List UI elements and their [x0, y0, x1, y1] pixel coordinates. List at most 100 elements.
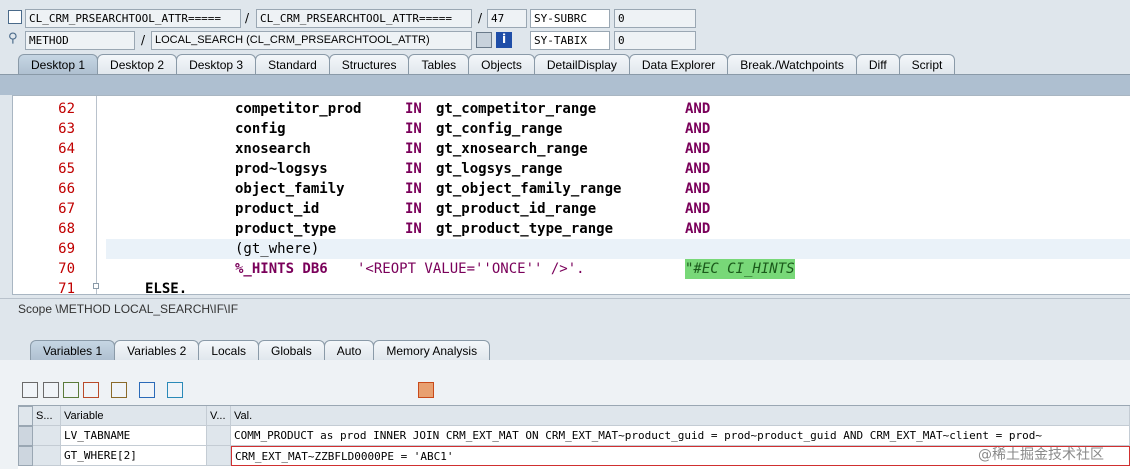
tab-11[interactable]: Script — [898, 54, 956, 75]
separator: / — [478, 11, 483, 25]
save-icon[interactable] — [418, 382, 434, 398]
code-keyword: IN — [405, 221, 422, 237]
structure-icon[interactable] — [111, 382, 127, 398]
line-number: 69 — [58, 241, 75, 257]
col-header-v[interactable]: V... — [207, 406, 231, 426]
code-keyword: IN — [405, 201, 422, 217]
desktop-tabs: Desktop 1 Desktop 2 Desktop 3 Standard Struc… — [18, 54, 956, 75]
code-keyword: AND — [685, 221, 711, 237]
row-selector[interactable] — [18, 426, 33, 446]
export-icon[interactable] — [83, 382, 99, 398]
settings-icon[interactable] — [167, 382, 183, 398]
code-field: xnosearch — [235, 141, 311, 157]
code-keyword: AND — [685, 141, 711, 157]
code-keyword: IN — [405, 181, 422, 197]
row-selector[interactable] — [18, 446, 33, 466]
variable-tabs: Variables 1 Variables 2 Locals Globals Auto M… — [30, 340, 491, 361]
grid-corner[interactable] — [18, 406, 33, 426]
tab-strip-bar — [0, 74, 1130, 95]
var-tab-0[interactable]: Variables 1 — [30, 340, 116, 361]
variable-name[interactable]: LV_TABNAME — [61, 426, 207, 446]
row-status — [33, 446, 61, 466]
line-number: 67 — [58, 201, 75, 217]
separator: / — [245, 11, 250, 25]
tab-0[interactable]: Desktop 1 — [18, 54, 99, 75]
delete-all-icon[interactable] — [43, 382, 59, 398]
source-icon[interactable] — [476, 32, 492, 48]
variable-name[interactable]: GT_WHERE[2] — [61, 446, 207, 466]
var-tab-3[interactable]: Globals — [258, 340, 325, 361]
tab-8[interactable]: Data Explorer — [628, 54, 729, 75]
line-number: 62 — [58, 101, 75, 117]
code-hints: %_HINTS DB6 — [235, 261, 328, 277]
program-field[interactable]: CL_CRM_PRSEARCHTOOL_ATTR===== — [25, 9, 241, 28]
watermark: @稀土掘金技术社区 — [978, 447, 1104, 463]
code-field: object_family — [235, 181, 345, 197]
tab-5[interactable]: Tables — [408, 54, 470, 75]
code-keyword: AND — [685, 161, 711, 177]
code-range: gt_xnosearch_range — [436, 141, 588, 157]
import-icon[interactable] — [63, 382, 79, 398]
line-number: 64 — [58, 141, 75, 157]
code-keyword: ELSE. — [145, 281, 188, 295]
code-field: product_type — [235, 221, 337, 237]
code-keyword: IN — [405, 121, 422, 137]
code-field: config — [235, 121, 286, 137]
method-icon: ⚲ — [8, 31, 18, 46]
gutter-divider — [96, 96, 97, 294]
code-range: gt_product_type_range — [436, 221, 614, 237]
code-editor[interactable]: 62 63 64 65 66 67 68 69 70 71 competitor_prod IN gt… — [12, 95, 1130, 295]
row-view — [207, 446, 231, 466]
var-tab-1[interactable]: Variables 2 — [114, 340, 200, 361]
code-field: competitor_prod — [235, 101, 362, 117]
line-number: 68 — [58, 221, 75, 237]
code-range: gt_logsys_range — [436, 161, 563, 177]
line-gutter: 62 63 64 65 66 67 68 69 70 71 — [13, 96, 79, 295]
col-header-variable[interactable]: Variable — [61, 406, 207, 426]
variables-grid: S... Variable V... Val. LV_TABNAME COMM_… — [18, 405, 1130, 469]
program-icon — [8, 10, 22, 24]
include-field[interactable]: CL_CRM_PRSEARCHTOOL_ATTR===== — [256, 9, 472, 28]
code-keyword: AND — [685, 121, 711, 137]
line-number: 70 — [58, 261, 75, 277]
row-status — [33, 426, 61, 446]
line-number: 71 — [58, 281, 75, 295]
var-tab-4[interactable]: Auto — [323, 340, 375, 361]
line-number: 66 — [58, 181, 75, 197]
tab-6[interactable]: Objects — [468, 54, 535, 75]
row-view — [207, 426, 231, 446]
tab-3[interactable]: Standard — [255, 54, 330, 75]
line-number: 65 — [58, 161, 75, 177]
tab-4[interactable]: Structures — [328, 54, 410, 75]
tab-9[interactable]: Break./Watchpoints — [727, 54, 857, 75]
sysfield-label-2[interactable]: SY-TABIX — [530, 31, 610, 50]
sysfield-value-1: 0 — [614, 9, 696, 28]
event-type-field: METHOD — [25, 31, 135, 50]
code-keyword: IN — [405, 101, 422, 117]
var-tab-5[interactable]: Memory Analysis — [373, 340, 491, 361]
info-icon[interactable]: i — [496, 32, 512, 48]
code-range: gt_competitor_range — [436, 101, 597, 117]
code-keyword: IN — [405, 161, 422, 177]
col-header-value[interactable]: Val. — [231, 406, 1130, 426]
fold-marker-icon[interactable] — [93, 283, 99, 289]
code-comment: "#EC CI_HINTS — [685, 259, 795, 279]
tab-1[interactable]: Desktop 2 — [97, 54, 178, 75]
code-string: '<REOPT VALUE=''ONCE'' />'. — [357, 261, 585, 277]
code-range: gt_product_id_range — [436, 201, 597, 217]
tab-2[interactable]: Desktop 3 — [176, 54, 257, 75]
tab-7[interactable]: DetailDisplay — [533, 54, 630, 75]
line-field[interactable]: 47 — [487, 9, 527, 28]
navigate-icon[interactable] — [139, 382, 155, 398]
code-range: gt_object_family_range — [436, 181, 622, 197]
delete-icon[interactable] — [22, 382, 38, 398]
col-header-s[interactable]: S... — [33, 406, 61, 426]
code-field: product_id — [235, 201, 320, 217]
code-field: prod~logsys — [235, 161, 328, 177]
code-text: (gt_where) — [235, 241, 320, 257]
event-field: LOCAL_SEARCH (CL_CRM_PRSEARCHTOOL_ATTR) — [151, 31, 472, 50]
sysfield-label-1[interactable]: SY-SUBRC — [530, 9, 610, 28]
tab-10[interactable]: Diff — [855, 54, 900, 75]
var-tab-2[interactable]: Locals — [198, 340, 259, 361]
variable-value[interactable]: COMM_PRODUCT as prod INNER JOIN CRM_EXT_… — [231, 426, 1130, 446]
